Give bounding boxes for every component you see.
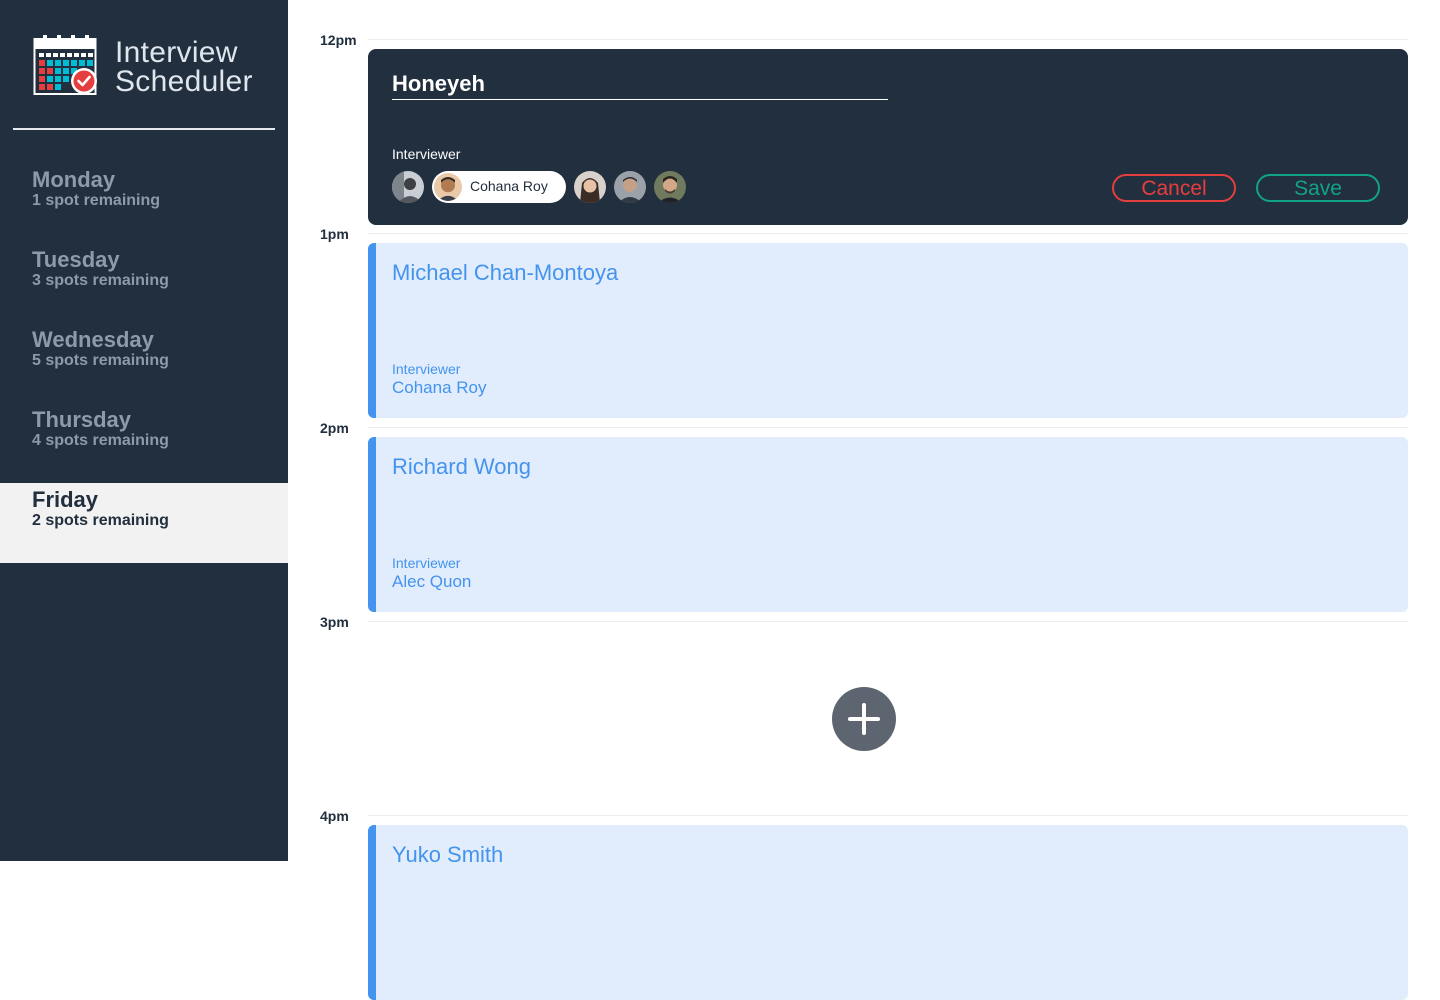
time-label-1pm: 1pm [320, 226, 349, 242]
day-name: Tuesday [32, 247, 120, 272]
interviewer-avatar[interactable] [614, 171, 646, 203]
avatar-photo-icon [654, 171, 686, 203]
student-name-input[interactable] [392, 69, 888, 100]
time-label-3pm: 3pm [320, 614, 349, 630]
save-button[interactable]: Save [1256, 174, 1380, 202]
appointment-interviewer-name: Alec Quon [392, 572, 472, 591]
day-spots: 5 spots remaining [32, 352, 169, 369]
appointment-student-name: Yuko Smith [392, 842, 504, 867]
avatar-photo-icon [434, 173, 462, 201]
appointment-interviewer-label: Interviewer [392, 361, 461, 377]
sidebar: Interview Scheduler Monday 1 spot remain… [0, 0, 288, 861]
appointment-interviewer-name: Cohana Roy [392, 378, 487, 397]
hour-separator [368, 39, 1408, 40]
avatar-photo-icon [614, 171, 646, 203]
day-item-monday[interactable]: Monday 1 spot remaining [0, 163, 288, 243]
appointment-student-name: Michael Chan-Montoya [392, 260, 619, 285]
appointment-student-name: Richard Wong [392, 454, 531, 479]
appointment-accent-bar [368, 825, 376, 1000]
day-name: Thursday [32, 407, 132, 432]
time-label-12pm: 12pm [320, 32, 357, 48]
hour-separator [368, 427, 1408, 428]
interviewer-avatar[interactable] [392, 171, 424, 203]
day-spots: 3 spots remaining [32, 272, 169, 289]
interviewer-label: Interviewer [392, 146, 461, 162]
hour-separator [368, 621, 1408, 622]
appointment-card[interactable]: Michael Chan-Montoya Interviewer Cohana … [368, 243, 1408, 418]
hour-separator [368, 815, 1408, 816]
time-label-2pm: 2pm [320, 420, 349, 436]
sidebar-divider [13, 128, 275, 130]
interviewer-selected-name: Cohana Roy [470, 178, 548, 194]
hour-separator [368, 233, 1408, 234]
calendar-logo-icon [33, 35, 97, 95]
avatar-photo-icon [574, 171, 606, 203]
day-name: Friday [32, 487, 99, 512]
day-item-wednesday[interactable]: Wednesday 5 spots remaining [0, 323, 288, 403]
day-spots: 2 spots remaining [32, 512, 169, 529]
day-name: Wednesday [32, 327, 154, 352]
interviewer-avatar[interactable] [574, 171, 606, 203]
app-title-line2: Scheduler [115, 65, 253, 98]
add-appointment-button[interactable] [832, 687, 896, 751]
app-title: Interview Scheduler [115, 36, 253, 98]
day-name: Monday [32, 167, 116, 192]
cancel-button[interactable]: Cancel [1112, 174, 1236, 202]
day-item-tuesday[interactable]: Tuesday 3 spots remaining [0, 243, 288, 323]
appointment-form: Interviewer Cohana Roy [368, 49, 1408, 225]
appointment-accent-bar [368, 437, 376, 612]
interviewer-selected[interactable]: Cohana Roy [432, 171, 566, 203]
appointment-card[interactable]: Richard Wong Interviewer Alec Quon [368, 437, 1408, 612]
interviewer-avatar [434, 173, 462, 201]
time-label-4pm: 4pm [320, 808, 349, 824]
day-item-friday[interactable]: Friday 2 spots remaining [0, 483, 288, 563]
plus-icon-stroke [862, 703, 866, 735]
day-spots: 4 spots remaining [32, 432, 169, 449]
appointment-card[interactable]: Yuko Smith [368, 825, 1408, 1000]
avatar-photo-icon [392, 171, 424, 203]
day-item-thursday[interactable]: Thursday 4 spots remaining [0, 403, 288, 483]
app-title-line1: Interview [115, 36, 238, 69]
appointment-accent-bar [368, 243, 376, 418]
interviewer-avatar[interactable] [654, 171, 686, 203]
day-spots: 1 spot remaining [32, 192, 161, 209]
appointment-interviewer-label: Interviewer [392, 555, 461, 571]
